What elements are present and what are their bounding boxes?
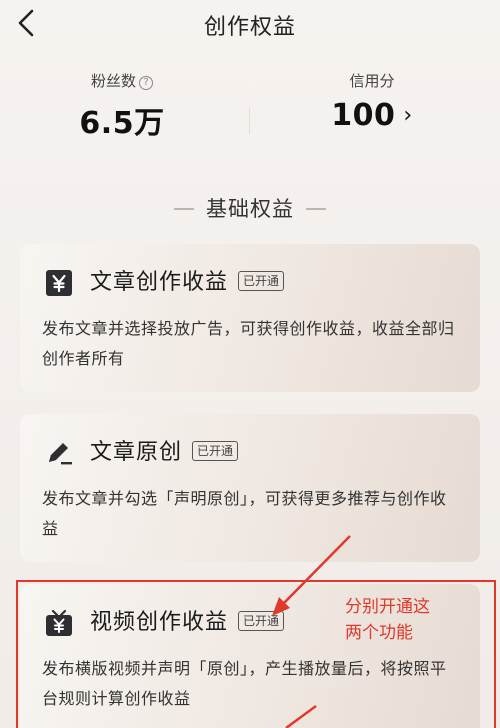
annotation-note: 分别开通这 两个功能: [345, 594, 430, 646]
card-description: 发布文章并选择投放广告，可获得创作收益，收益全部归创作者所有: [42, 319, 455, 368]
section-title: 基础权益: [206, 197, 294, 221]
benefit-card-original-article[interactable]: 文章原创 已开通 发布文章并勾选「声明原创」，可获得更多推荐与创作收益: [20, 414, 480, 562]
section-header: 基础权益: [0, 194, 500, 224]
help-circle-icon[interactable]: ?: [139, 76, 153, 90]
status-badge: 已开通: [238, 271, 285, 291]
card-title: 文章创作收益: [90, 270, 229, 295]
pen-icon: [49, 443, 72, 465]
credit-value: 100: [331, 98, 396, 133]
annotation-line: 两个功能: [345, 623, 413, 643]
page-title: 创作权益: [203, 15, 296, 40]
credit-stat[interactable]: 信用分 100 ›: [272, 70, 472, 133]
credit-label: 信用分: [349, 72, 395, 90]
divider: [249, 108, 250, 134]
fans-stat: 粉丝数? 6.5万: [22, 70, 222, 142]
annotation-line: 分别开通这: [345, 597, 430, 617]
status-badge: 已开通: [192, 441, 239, 461]
yen-icon: [46, 270, 72, 296]
fans-value: 6.5万: [79, 106, 165, 141]
chevron-right-icon: ›: [403, 103, 413, 128]
divider: [306, 208, 326, 210]
card-description: 发布文章并勾选「声明原创」，可获得更多推荐与创作收益: [42, 489, 447, 538]
benefit-card-article-revenue[interactable]: 文章创作收益 已开通 发布文章并选择投放广告，可获得创作收益，收益全部归创作者所有: [20, 244, 480, 392]
stats-panel: 粉丝数? 6.5万 信用分 100 ›: [0, 70, 500, 142]
divider: [174, 208, 194, 210]
card-title: 文章原创: [90, 440, 183, 465]
nav-bar: 创作权益: [0, 0, 500, 46]
fans-label: 粉丝数: [90, 72, 136, 90]
page: 创作权益 粉丝数? 6.5万 信用分 100 › 基础权益 文章创作收益 已开通 发…: [0, 0, 500, 728]
